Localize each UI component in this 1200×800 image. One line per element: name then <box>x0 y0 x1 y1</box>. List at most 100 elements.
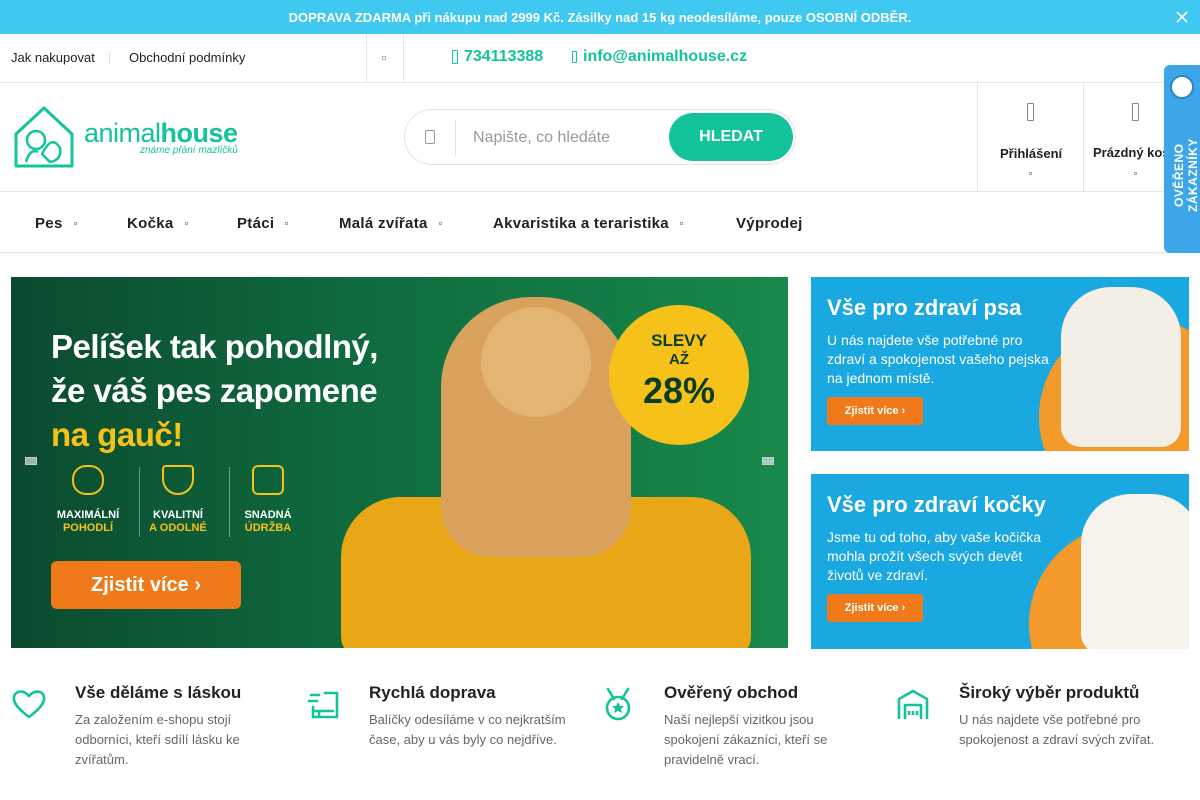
banner-button[interactable]: Zjistit více › <box>827 397 923 425</box>
divider <box>229 467 230 537</box>
feature-comfort: MAXIMÁLNÍ POHODLÍ <box>43 465 133 545</box>
link-how-to-buy[interactable]: Jak nakupovat <box>11 50 95 65</box>
hero-headline-line: Pelíšek tak pohodlný, <box>51 328 378 365</box>
phone-number: 734113388 <box>464 48 544 65</box>
site-header: animalhouse známe přání mazlíčků HLEDAT … <box>0 83 1200 192</box>
nav-item-mala-zvirata[interactable]: Malá zvířata <box>339 215 442 232</box>
chevron-down-icon <box>1029 172 1032 175</box>
logo-brand-bold: house <box>160 118 239 148</box>
feature-maintenance: SNADNÁ ÚDRŽBA <box>223 465 313 545</box>
phone-link[interactable]: 734113388 <box>452 48 543 66</box>
banner-description: U nás najdete vše potřebné pro zdraví a … <box>827 332 1049 386</box>
cloud-icon <box>72 465 104 495</box>
login-button[interactable]: Přihlášení <box>977 83 1084 191</box>
usp-text: Naší nejlepší vizitkou jsou spokojení zá… <box>664 712 828 767</box>
verified-badge-text: OVĚŘENO ZÁKAZNÍKY <box>1172 138 1200 212</box>
login-label: Přihlášení <box>1000 146 1063 161</box>
link-terms[interactable]: Obchodní podmínky <box>129 50 245 65</box>
store-icon <box>897 689 929 719</box>
search-input[interactable] <box>473 126 663 150</box>
bulldog-image <box>1061 287 1181 447</box>
usp-text: Za založením e-shopu stojí odborníci, kt… <box>75 712 240 767</box>
chevron-down-icon <box>438 222 442 225</box>
slider-next-icon[interactable] <box>762 457 774 465</box>
washing-machine-icon <box>252 465 284 495</box>
nav-label: Kočka <box>127 215 174 232</box>
chevron-down-icon <box>285 222 289 225</box>
hero-slider[interactable]: Pelíšek tak pohodlný, že váš pes zapomen… <box>11 277 788 648</box>
dog-face-image <box>481 307 591 417</box>
divider <box>403 34 404 82</box>
usp-title: Vše děláme s láskou <box>75 683 242 702</box>
logo-brand-light: animal <box>84 118 161 148</box>
verified-badge[interactable]: OVĚŘENO ZÁKAZNÍKY <box>1164 65 1200 253</box>
banner-description: Jsme tu od toho, aby vaše kočička mohla … <box>827 529 1041 583</box>
feature-line: ÚDRŽBA <box>244 522 292 534</box>
feature-line: POHODLÍ <box>62 522 114 534</box>
announcement-text: DOPRAVA ZDARMA při nákupu nad 2999 Kč. Z… <box>288 9 912 25</box>
heart-icon <box>12 690 46 719</box>
verified-seal-icon <box>1170 75 1194 99</box>
sale-line: AŽ <box>669 351 689 368</box>
sale-badge: SLEVY AŽ 28% <box>609 305 749 445</box>
cat-image <box>1081 494 1189 649</box>
feature-line: A ODOLNÉ <box>149 522 207 534</box>
shield-check-icon <box>162 465 194 495</box>
feature-line: SNADNÁ <box>244 509 292 521</box>
email-address: info@animalhouse.cz <box>583 48 748 65</box>
divider <box>366 34 367 82</box>
banner-button[interactable]: Zjistit více › <box>827 594 923 622</box>
feature-line: KVALITNÍ <box>153 509 203 521</box>
banner-cat-health[interactable]: Vše pro zdraví kočky Jsme tu od toho, ab… <box>811 474 1189 649</box>
chevron-down-icon <box>184 222 188 225</box>
more-links-icon[interactable] <box>382 56 386 60</box>
nav-item-akvaristika[interactable]: Akvaristika a teraristika <box>493 215 683 232</box>
chevron-down-icon <box>679 222 683 225</box>
utility-bar: Jak nakupovat Obchodní podmínky 73411338… <box>0 34 1200 83</box>
logo-tagline: známe přání mazlíčků <box>140 145 238 156</box>
hero-headline: Pelíšek tak pohodlný, že váš pes zapomen… <box>51 325 431 457</box>
divider <box>455 120 456 156</box>
main-nav: Pes Kočka Ptáci Malá zvířata Akvaristika… <box>0 192 1200 253</box>
nav-label: Výprodej <box>736 215 803 232</box>
logo-text: animalhouse známe přání mazlíčků <box>84 118 238 156</box>
search-bar: HLEDAT <box>404 109 796 165</box>
hero-headline-line: na gauč! <box>51 416 183 453</box>
email-icon <box>572 51 577 63</box>
delivery-icon <box>307 691 339 719</box>
close-icon[interactable] <box>1174 9 1190 25</box>
hero-cta-button[interactable]: Zjistit více › <box>51 561 241 609</box>
nav-item-pes[interactable]: Pes <box>35 215 77 232</box>
house-pets-logo-icon <box>14 106 74 168</box>
usp-title: Široký výběr produktů <box>959 683 1140 702</box>
cart-button[interactable]: Prázdný koš <box>1083 83 1173 191</box>
banner-dog-health[interactable]: Vše pro zdraví psa U nás najdete vše pot… <box>811 277 1189 451</box>
banner-title: Vše pro zdraví psa <box>827 295 1022 320</box>
cart-label: Prázdný koš <box>1093 145 1170 160</box>
logo[interactable]: animalhouse známe přání mazlíčků <box>12 103 252 171</box>
sale-line: SLEVY <box>651 331 707 350</box>
feature-line: MAXIMÁLNÍ <box>56 509 120 521</box>
medal-icon <box>605 687 631 721</box>
email-link[interactable]: info@animalhouse.cz <box>572 48 747 66</box>
nav-label: Ptáci <box>237 215 275 232</box>
usp-text: Balíčky odesíláme v co nejkratším čase, … <box>369 712 566 747</box>
search-icon <box>425 130 435 144</box>
nav-label: Pes <box>35 215 63 232</box>
phone-icon <box>452 50 458 64</box>
nav-item-ptaci[interactable]: Ptáci <box>237 215 289 232</box>
usp-text: U nás najdete vše potřebné pro spokojeno… <box>959 712 1155 747</box>
chevron-down-icon <box>73 222 77 225</box>
slider-prev-icon[interactable] <box>25 457 37 465</box>
usp-title: Rychlá doprava <box>369 683 496 702</box>
sale-value: 28% <box>642 370 716 411</box>
feature-quality: KVALITNÍ A ODOLNÉ <box>133 465 223 545</box>
nav-item-vyprodej[interactable]: Výprodej <box>736 215 803 232</box>
divider <box>109 52 110 64</box>
nav-label: Malá zvířata <box>339 215 428 232</box>
search-button[interactable]: HLEDAT <box>669 113 793 161</box>
nav-item-kocka[interactable]: Kočka <box>127 215 188 232</box>
cart-icon <box>1132 103 1139 121</box>
hero-features: MAXIMÁLNÍ POHODLÍ KVALITNÍ A ODOLNÉ SNAD… <box>43 465 313 545</box>
banner-title: Vše pro zdraví kočky <box>827 492 1046 517</box>
